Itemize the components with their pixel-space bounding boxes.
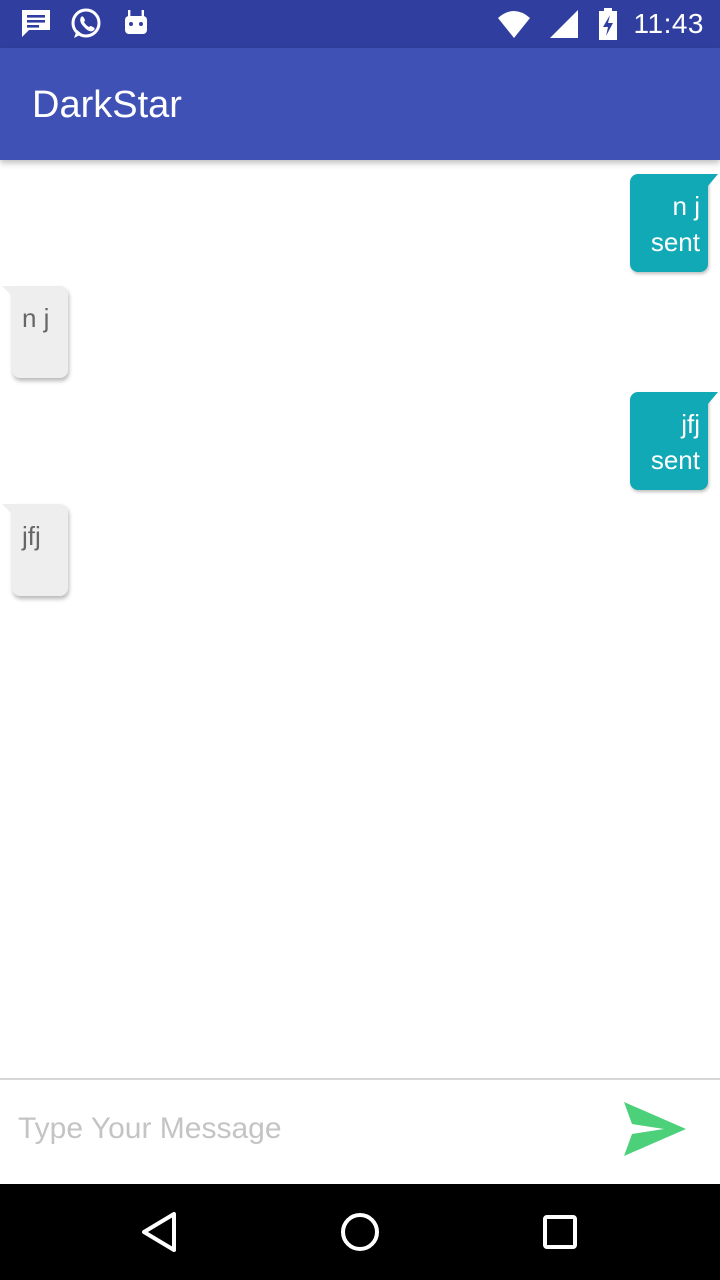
navigation-bar [0,1184,720,1280]
compose-bar [0,1078,720,1186]
recents-button[interactable] [536,1208,584,1256]
status-bar: 11:43 [0,0,720,48]
app-bar: DarkStar [0,48,720,160]
clock: 11:43 [633,8,704,39]
back-button[interactable] [136,1208,184,1256]
message-text: jfj [22,521,41,551]
wifi-icon [496,6,532,42]
back-icon [142,1212,176,1252]
recents-icon [543,1215,577,1249]
message-status: sent [650,227,700,257]
outgoing-message[interactable]: n j sent [630,174,718,272]
app-title: DarkStar [32,84,182,126]
home-button[interactable] [336,1208,384,1256]
incoming-message[interactable]: n j [2,286,68,378]
whatsapp-icon [68,6,104,42]
message-notification-icon [18,6,54,42]
outgoing-message[interactable]: jfj sent [630,392,718,490]
home-icon [341,1213,379,1251]
message-input[interactable] [16,1100,580,1158]
message-status: sent [650,445,700,475]
message-text: jfj [681,409,700,439]
android-icon [118,6,154,42]
system-status: 11:43 [496,6,705,42]
battery-charging-icon [596,6,620,42]
incoming-message[interactable]: jfj [2,504,68,596]
signal-icon [546,6,582,42]
message-text: n j [672,191,700,221]
notification-icons [18,6,154,42]
message-text: n j [22,303,50,333]
send-icon [624,1102,686,1156]
send-button[interactable] [620,1098,690,1160]
message-list[interactable]: n j sent n j jfj sent jfj [0,160,720,1078]
